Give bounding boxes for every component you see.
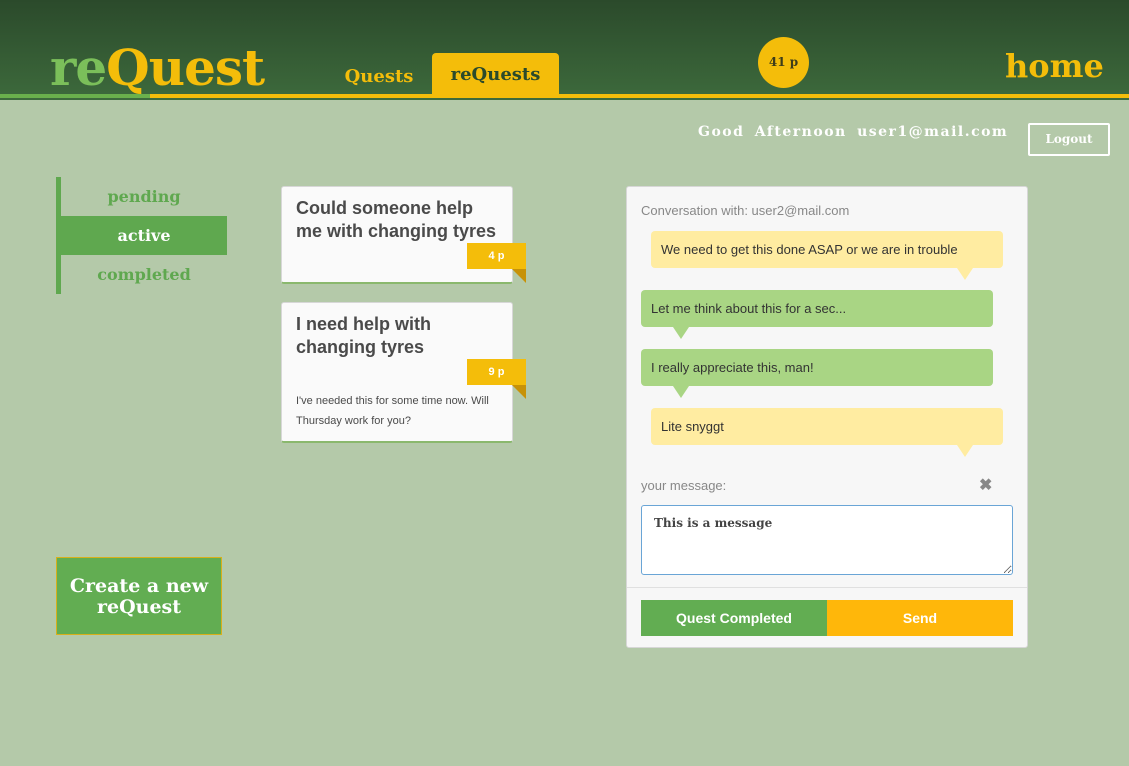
- send-button[interactable]: Send: [827, 600, 1013, 636]
- tab-requests[interactable]: reQuests: [432, 53, 559, 97]
- panel-divider: [627, 587, 1027, 588]
- message-bubble: We need to get this done ASAP or we are …: [651, 231, 1003, 268]
- user-greeting: Good Afternoon user1@mail.com: [698, 124, 1008, 140]
- points-badge: 41 p: [758, 37, 809, 88]
- message-input-label: your message:: [641, 478, 727, 493]
- app-logo[interactable]: reQuest: [50, 38, 265, 98]
- close-icon[interactable]: ✖: [979, 478, 995, 494]
- filter-active[interactable]: active: [61, 216, 227, 255]
- message-bubble: I really appreciate this, man!: [641, 349, 993, 386]
- tab-quests[interactable]: Quests: [330, 55, 428, 99]
- greeting-text: Good Afternoon: [698, 124, 847, 140]
- conversation-panel: Conversation with: user2@mail.com We nee…: [626, 186, 1028, 648]
- logout-button[interactable]: Logout: [1028, 123, 1110, 156]
- message-bubble: Let me think about this for a sec...: [641, 290, 993, 327]
- bubble-tail: [957, 445, 973, 457]
- bubble-tail: [673, 327, 689, 339]
- quest-completed-button[interactable]: Quest Completed: [641, 600, 827, 636]
- message-bubble: Lite snyggt: [651, 408, 1003, 445]
- filter-completed[interactable]: completed: [61, 255, 227, 294]
- filter-pending[interactable]: pending: [61, 177, 227, 216]
- status-filter: pending active completed: [56, 177, 227, 294]
- quest-description: I've needed this for some time now. Will…: [296, 395, 489, 427]
- message-input[interactable]: This is a message: [641, 505, 1013, 575]
- home-link[interactable]: home: [1005, 45, 1104, 87]
- quest-card[interactable]: I need help with changing tyres 9 p I've…: [281, 302, 526, 443]
- badge-fold: [512, 385, 526, 399]
- quest-title: I need help with changing tyres: [296, 314, 432, 357]
- conversation-header: Conversation with: user2@mail.com: [641, 203, 850, 218]
- bubble-tail: [673, 386, 689, 398]
- quest-title: Could someone help me with changing tyre…: [296, 198, 497, 241]
- user-email: user1@mail.com: [857, 124, 1009, 140]
- quest-points-badge: 4 p: [467, 243, 526, 269]
- logo-re: re: [50, 38, 107, 97]
- create-request-button[interactable]: Create a new reQuest: [56, 557, 222, 635]
- logo-quest: Quest: [106, 38, 265, 97]
- badge-fold: [512, 269, 526, 283]
- bubble-tail: [957, 268, 973, 280]
- quest-card[interactable]: Could someone help me with changing tyre…: [281, 186, 526, 284]
- quest-points-badge: 9 p: [467, 359, 526, 385]
